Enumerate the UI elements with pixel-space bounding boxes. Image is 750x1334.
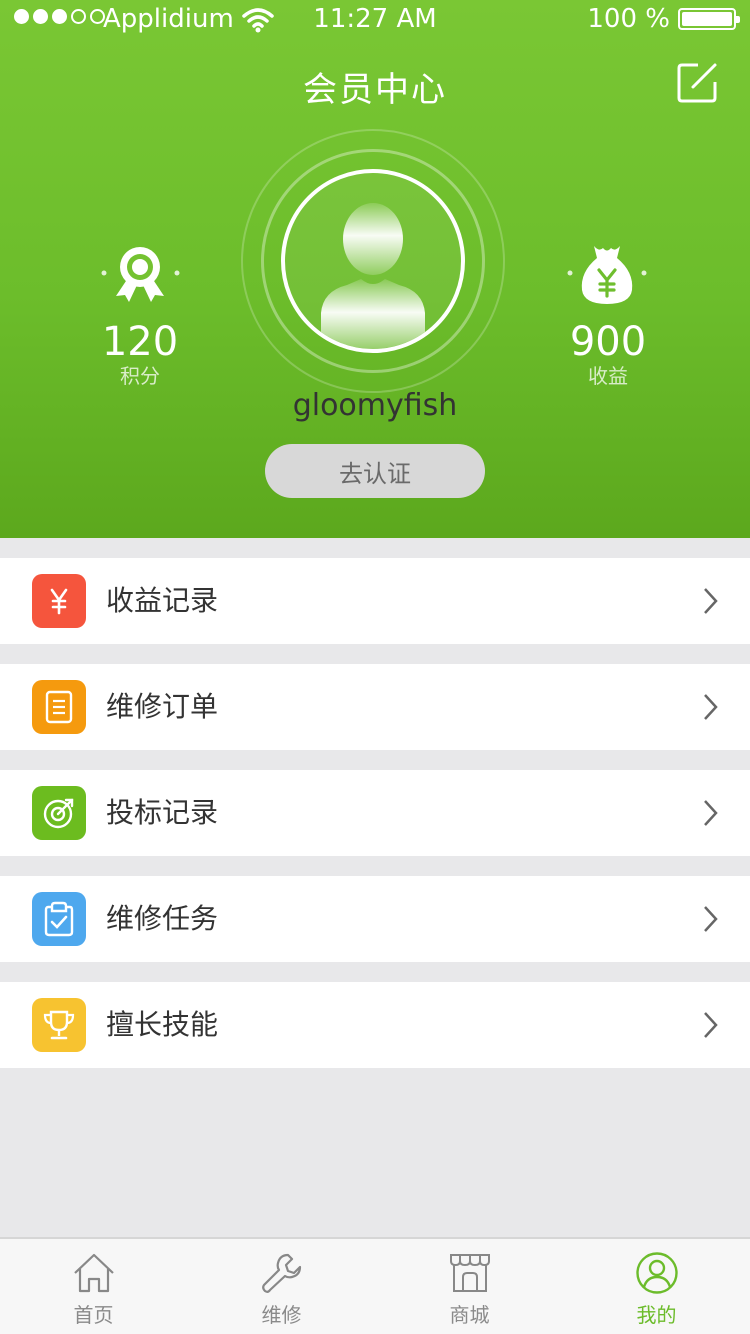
- points-label: 积分: [120, 364, 160, 388]
- earnings-stat[interactable]: 900 收益: [538, 320, 678, 388]
- battery-icon: [678, 8, 740, 30]
- menu-item-earnings-record[interactable]: 收益记录: [0, 558, 750, 644]
- points-stat[interactable]: 120 积分: [70, 320, 210, 388]
- battery-percent: 100 %: [587, 4, 670, 34]
- wrench-icon: [262, 1253, 302, 1293]
- status-bar: Applidium 11:27 AM 100 %: [0, 0, 750, 40]
- user-silhouette-icon: [321, 203, 425, 349]
- menu-item-label: 擅长技能: [106, 1008, 219, 1041]
- tab-repair[interactable]: 维修: [188, 1239, 375, 1334]
- menu-item-bid-record[interactable]: 投标记录: [0, 770, 750, 856]
- chevron-right-icon: [704, 1012, 718, 1038]
- verify-button[interactable]: 去认证: [265, 444, 485, 498]
- tab-home[interactable]: 首页: [0, 1239, 187, 1334]
- chevron-right-icon: [704, 800, 718, 826]
- earnings-value: 900: [569, 319, 647, 365]
- award-ribbon-icon: [101, 247, 180, 302]
- trophy-icon: [32, 998, 86, 1052]
- tab-store[interactable]: 商城: [376, 1239, 563, 1334]
- avatar[interactable]: [241, 129, 505, 393]
- store-icon: [450, 1254, 490, 1292]
- menu-item-label: 投标记录: [106, 796, 219, 829]
- tab-bar: 首页 维修 商城 我的: [0, 1237, 750, 1334]
- menu-item-label: 维修订单: [106, 690, 219, 723]
- avatar-frame: [281, 169, 465, 353]
- chevron-right-icon: [704, 906, 718, 932]
- yen-icon: [32, 574, 86, 628]
- money-bag-icon: [567, 246, 647, 304]
- page-title: 会员中心: [303, 70, 447, 110]
- document-icon: [32, 680, 86, 734]
- clipboard-check-icon: [32, 892, 86, 946]
- menu-item-repair-orders[interactable]: 维修订单: [0, 664, 750, 750]
- chevron-right-icon: [704, 694, 718, 720]
- edit-icon[interactable]: [676, 62, 718, 104]
- earnings-label: 收益: [588, 364, 628, 388]
- chevron-right-icon: [704, 588, 718, 614]
- tab-me[interactable]: 我的: [563, 1239, 750, 1334]
- tab-label: 商城: [449, 1303, 490, 1327]
- menu-item-label: 维修任务: [106, 902, 219, 935]
- target-icon: [32, 786, 86, 840]
- points-value: 120: [101, 319, 179, 365]
- menu-item-label: 收益记录: [106, 584, 219, 617]
- tab-label: 首页: [73, 1303, 114, 1327]
- tab-label: 维修: [261, 1303, 302, 1327]
- menu-item-skills[interactable]: 擅长技能: [0, 982, 750, 1068]
- tab-label: 我的: [636, 1303, 677, 1327]
- profile-header: Applidium 11:27 AM 100 % 会员中心 120 积分 900…: [0, 0, 750, 538]
- menu-item-repair-tasks[interactable]: 维修任务: [0, 876, 750, 962]
- username: gloomyfish: [292, 388, 458, 423]
- user-circle-icon: [636, 1252, 678, 1294]
- home-icon: [74, 1253, 114, 1293]
